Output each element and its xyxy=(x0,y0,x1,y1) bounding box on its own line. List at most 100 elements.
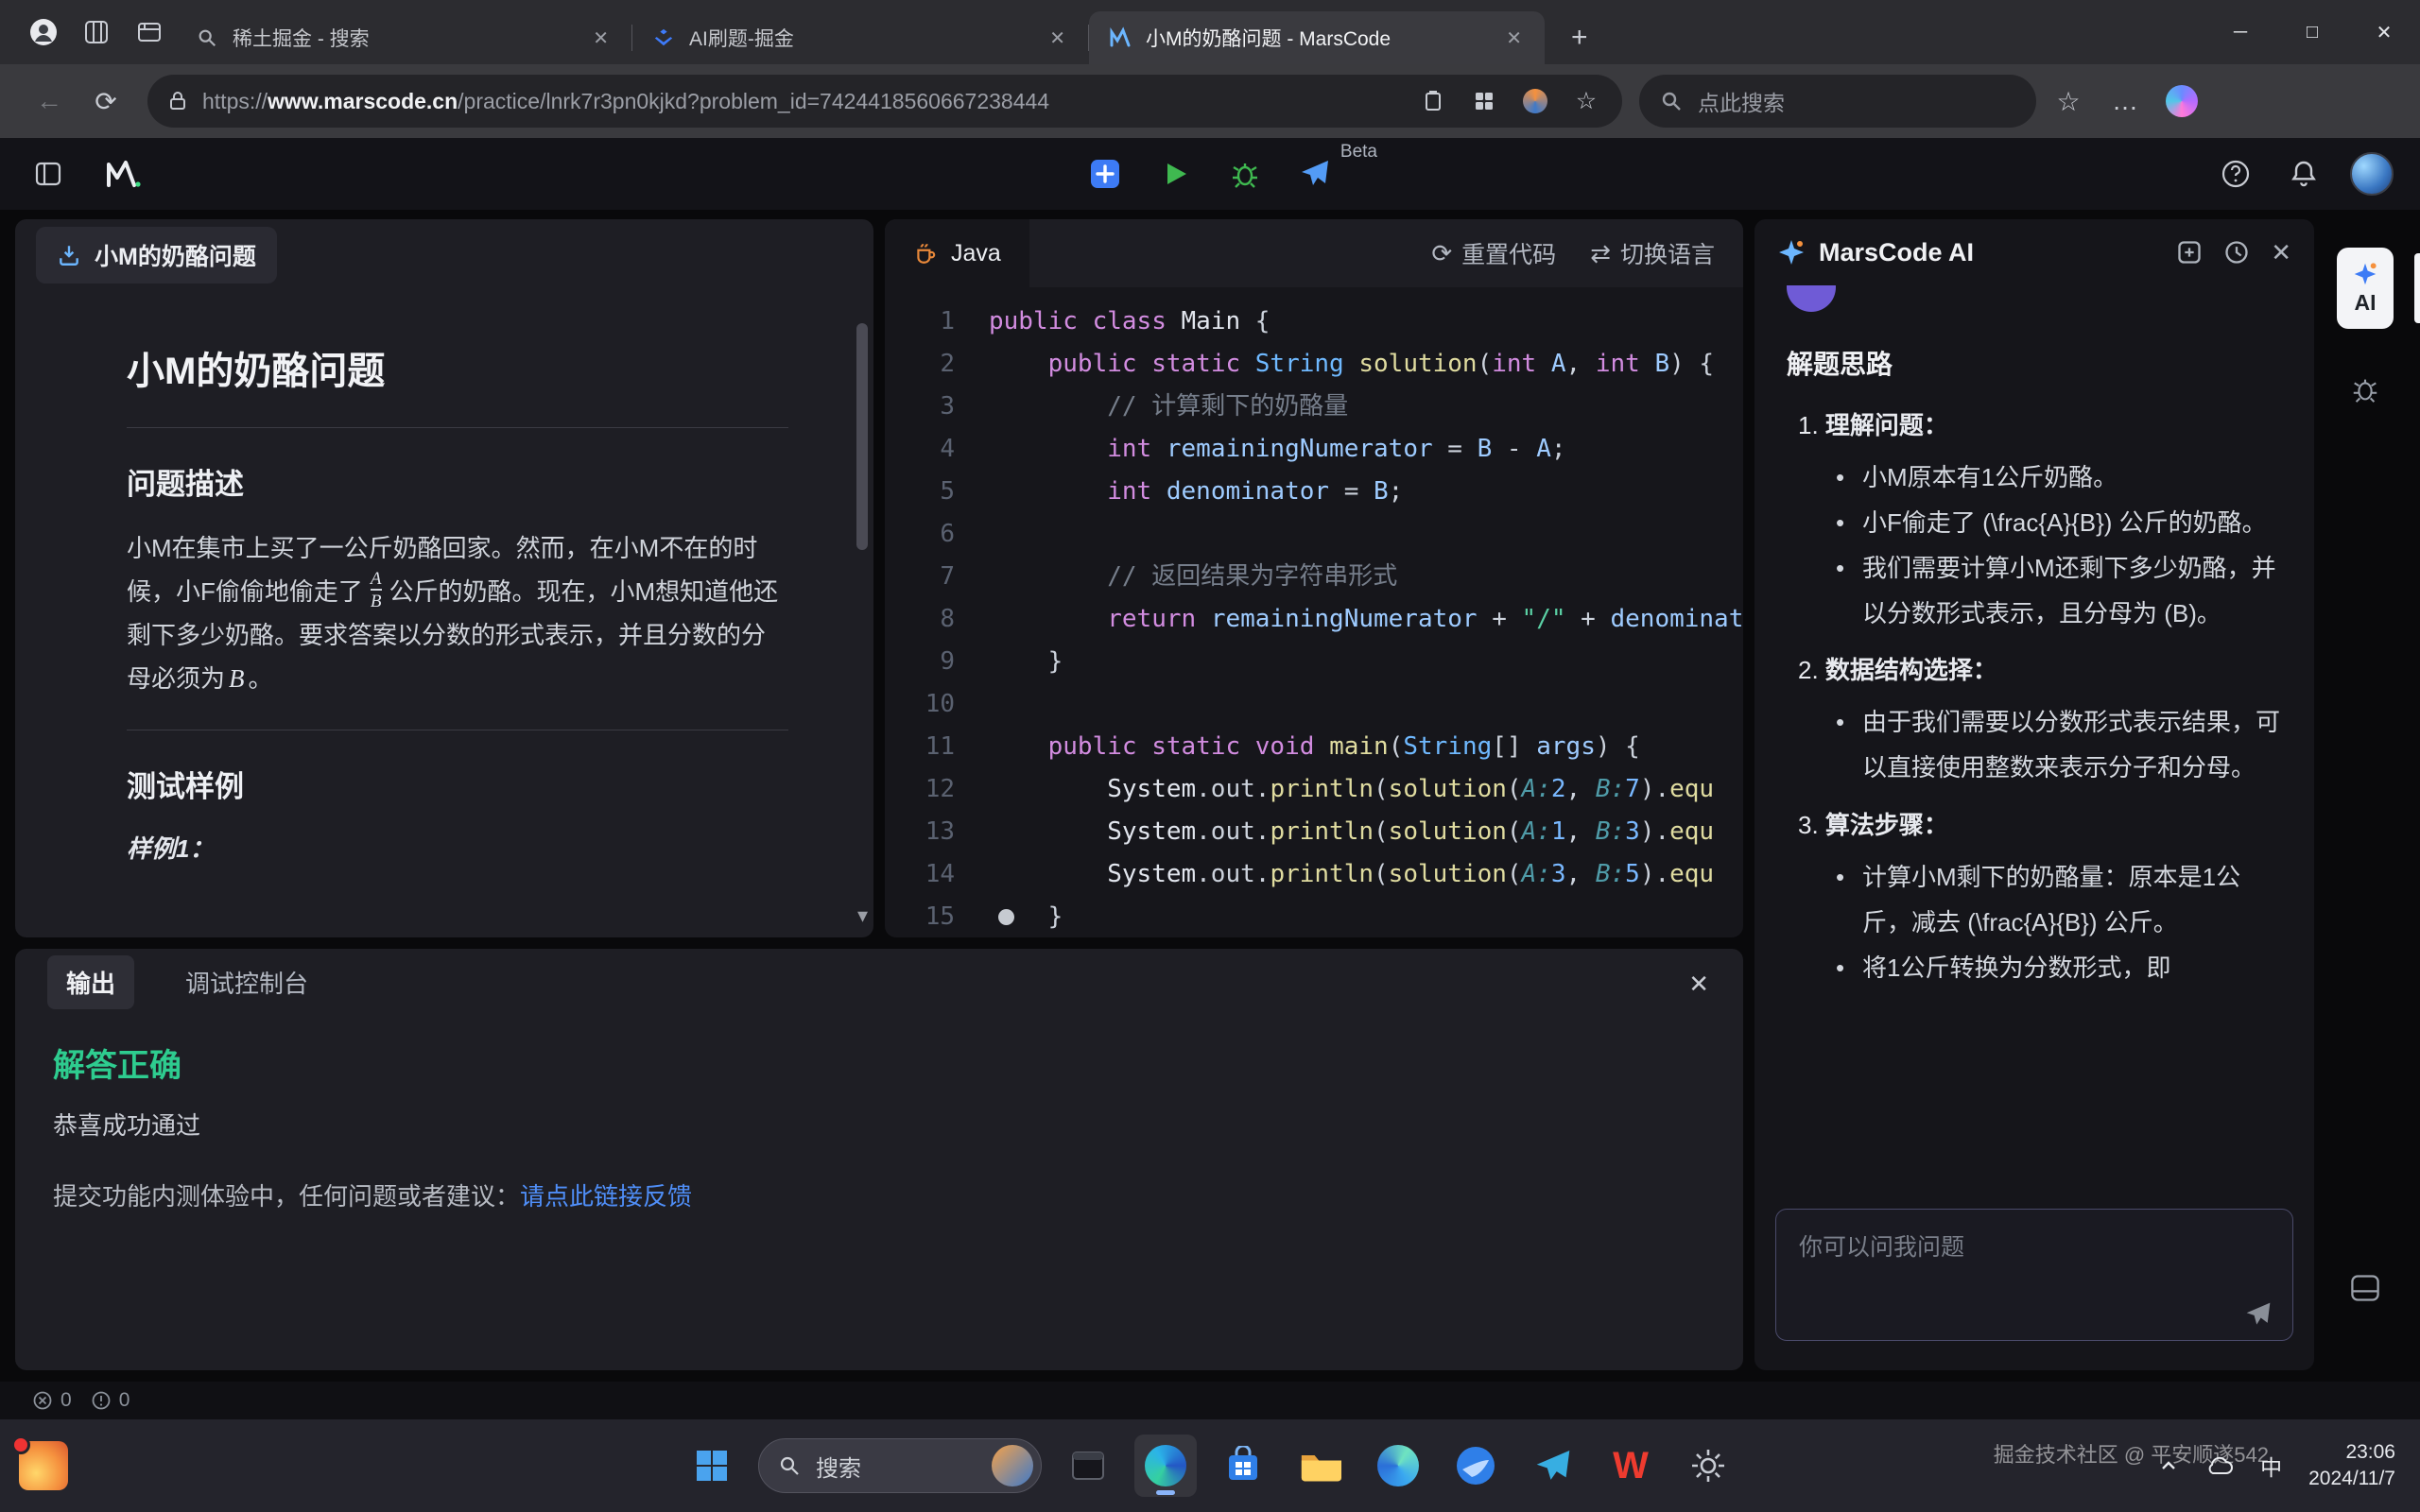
code-line[interactable]: 13 System.out.println(solution(A:1, B:3)… xyxy=(885,811,1743,853)
search-icon xyxy=(778,1454,801,1477)
browser-tab-1[interactable]: 稀土掘金 - 搜索 ✕ xyxy=(176,11,631,64)
ai-chat-content[interactable]: 解题思路 1. 理解问题： 小M原本有1公斤奶酪。小F偷走了 (\frac{A}… xyxy=(1754,285,2314,1194)
app-icon-edge-dev[interactable] xyxy=(1367,1435,1429,1497)
tab-output[interactable]: 输出 xyxy=(47,955,134,1009)
tray-chevron-icon[interactable] xyxy=(2158,1455,2179,1476)
feedback-link[interactable]: 请点此链接反馈 xyxy=(520,1182,692,1211)
address-bar[interactable]: https://www.marscode.cn/practice/lnrk7r3… xyxy=(147,75,1622,128)
tray-clock[interactable]: 23:06 2024/11/7 xyxy=(2308,1439,2395,1493)
breakpoint-dot[interactable] xyxy=(998,909,1014,925)
window-minimize-button[interactable]: ─ xyxy=(2204,0,2276,64)
rail-debug-icon[interactable] xyxy=(2350,374,2380,404)
code-line[interactable]: 7 // 返回结果为字符串形式 xyxy=(885,556,1743,598)
switch-language-button[interactable]: ⇄ 切换语言 xyxy=(1590,236,1715,270)
tab-close-icon[interactable]: ✕ xyxy=(1498,23,1530,54)
code-line[interactable]: 12 System.out.println(solution(A:2, B:7)… xyxy=(885,768,1743,811)
app-icon-edge[interactable] xyxy=(1134,1435,1197,1497)
extension-icon[interactable] xyxy=(1516,82,1554,120)
notifications-bell-icon[interactable] xyxy=(2282,152,2325,196)
taskbar-search-box[interactable]: 搜索 xyxy=(758,1438,1042,1493)
user-avatar[interactable] xyxy=(2350,152,2394,196)
app-icon-browser-blue[interactable] xyxy=(1444,1435,1507,1497)
ai-panel-title: MarsCode AI xyxy=(1819,238,1974,267)
marscode-logo[interactable] xyxy=(102,152,146,196)
favorites-bar-icon[interactable]: ☆ xyxy=(2044,77,2093,126)
browser-tabstrip: 稀土掘金 - 搜索 ✕ AI刷题-掘金 ✕ 小M的奶酪问题 - MarsCode… xyxy=(0,0,2420,64)
add-snippet-button[interactable] xyxy=(1084,153,1126,195)
ai-question-input[interactable] xyxy=(1775,1209,2293,1341)
code-editor[interactable]: 1public class Main {2 public static Stri… xyxy=(885,287,1743,937)
onedrive-cloud-icon[interactable] xyxy=(2205,1455,2234,1476)
code-line[interactable]: 15 } xyxy=(885,896,1743,937)
code-line[interactable]: 3 // 计算剩下的奶酪量 xyxy=(885,386,1743,428)
app-icon-window[interactable] xyxy=(1057,1435,1119,1497)
help-icon[interactable] xyxy=(2214,152,2257,196)
problem-content[interactable]: 小M的奶酪问题 问题描述 小M在集市上买了一公斤奶酪回家。然而，在小M不在的时候… xyxy=(15,291,873,937)
new-chat-icon[interactable] xyxy=(2176,239,2203,266)
warnings-indicator[interactable]: 0 xyxy=(91,1389,130,1412)
browser-profile-icon[interactable] xyxy=(17,9,70,55)
code-line[interactable]: 6 xyxy=(885,513,1743,556)
line-number: 9 xyxy=(885,641,989,683)
sidebar-toggle-icon[interactable] xyxy=(26,152,70,196)
problem-scrollbar-thumb[interactable] xyxy=(856,323,868,550)
ai-bullet-list: 由于我们需要以分数形式表示结果，可以直接使用整数来表示分子和分母。 xyxy=(1836,699,2286,790)
widgets-weather-icon[interactable] xyxy=(19,1441,68,1490)
tab-actions-icon[interactable] xyxy=(123,9,176,55)
run-button[interactable] xyxy=(1154,153,1196,195)
window-close-button[interactable]: ✕ xyxy=(2348,0,2420,64)
browser-search-box[interactable]: 点此搜索 xyxy=(1639,75,2036,128)
copilot-icon[interactable] xyxy=(2157,77,2206,126)
errors-indicator[interactable]: 0 xyxy=(32,1389,72,1412)
debug-button[interactable] xyxy=(1224,153,1266,195)
browser-menu-icon[interactable]: … xyxy=(2100,77,2150,126)
code-line[interactable]: 1public class Main { xyxy=(885,301,1743,343)
browser-tab-2[interactable]: AI刷题-掘金 ✕ xyxy=(632,11,1088,64)
app-icon-store[interactable] xyxy=(1212,1435,1274,1497)
back-icon[interactable]: ← xyxy=(25,77,74,126)
beta-badge: Beta xyxy=(1340,142,1377,163)
ai-bullet-list: 小M原本有1公斤奶酪。小F偷走了 (\frac{A}{B}) 公斤的奶酪。我们需… xyxy=(1836,455,2286,636)
line-number: 3 xyxy=(885,386,989,428)
problem-tab[interactable]: 小M的奶酪问题 xyxy=(36,227,277,284)
code-line[interactable]: 5 int denominator = B; xyxy=(885,471,1743,513)
new-tab-button[interactable]: + xyxy=(1558,20,1601,56)
reset-code-button[interactable]: ⟳ 重置代码 xyxy=(1431,236,1556,270)
rail-panel-icon[interactable] xyxy=(2349,1272,2381,1304)
app-icon-settings[interactable] xyxy=(1677,1435,1739,1497)
code-line[interactable]: 4 int remainingNumerator = B - A; xyxy=(885,428,1743,471)
copy-link-icon[interactable] xyxy=(1414,82,1452,120)
browser-tab-3-active[interactable]: 小M的奶酪问题 - MarsCode ✕ xyxy=(1089,11,1545,64)
tab-debug-console[interactable]: 调试控制台 xyxy=(166,955,327,1009)
screen: 稀土掘金 - 搜索 ✕ AI刷题-掘金 ✕ 小M的奶酪问题 - MarsCode… xyxy=(0,0,2420,1512)
code-line[interactable]: 11 public static void main(String[] args… xyxy=(885,726,1743,768)
send-icon[interactable] xyxy=(2244,1300,2273,1329)
submit-button[interactable]: Beta xyxy=(1294,153,1336,195)
app-icon-telegram[interactable] xyxy=(1522,1435,1584,1497)
history-icon[interactable] xyxy=(2223,239,2250,266)
tab-close-icon[interactable]: ✕ xyxy=(585,23,616,54)
start-button[interactable] xyxy=(681,1435,743,1497)
app-icon-explorer[interactable] xyxy=(1289,1435,1352,1497)
rail-ai-button[interactable]: AI xyxy=(2337,248,2394,329)
reload-icon[interactable]: ⟳ xyxy=(81,77,130,126)
editor-lang-tab[interactable]: Java xyxy=(885,219,1029,287)
apps-grid-icon[interactable] xyxy=(1465,82,1503,120)
code-line[interactable]: 2 public static String solution(int A, i… xyxy=(885,343,1743,386)
scroll-down-icon[interactable]: ▾ xyxy=(857,903,868,928)
code-line[interactable]: 9 } xyxy=(885,641,1743,683)
output-close-icon[interactable]: ✕ xyxy=(1688,970,1709,999)
code-line[interactable]: 10 xyxy=(885,683,1743,726)
tab-close-icon[interactable]: ✕ xyxy=(1042,23,1073,54)
ime-indicator[interactable]: 中 xyxy=(2260,1450,2282,1482)
workspaces-icon[interactable] xyxy=(70,9,123,55)
window-maximize-button[interactable]: □ xyxy=(2276,0,2348,64)
code-line[interactable]: 14 System.out.println(solution(A:3, B:5)… xyxy=(885,853,1743,896)
ai-close-icon[interactable]: ✕ xyxy=(2271,238,2291,267)
ai-bullet-list: 计算小M剩下的奶酪量：原本是1公斤，减去 (\frac{A}{B}) 公斤。将1… xyxy=(1836,854,2286,990)
favorite-star-icon[interactable]: ☆ xyxy=(1567,82,1605,120)
app-icon-wps[interactable]: W xyxy=(1599,1435,1662,1497)
code-line[interactable]: 8 return remainingNumerator + "/" + deno… xyxy=(885,598,1743,641)
app-main: 小M的奶酪问题 小M的奶酪问题 问题描述 小M在集市上买了一公斤奶酪回家。然而，… xyxy=(0,210,2420,1382)
url-text: https://www.marscode.cn/practice/lnrk7r3… xyxy=(202,89,1401,114)
